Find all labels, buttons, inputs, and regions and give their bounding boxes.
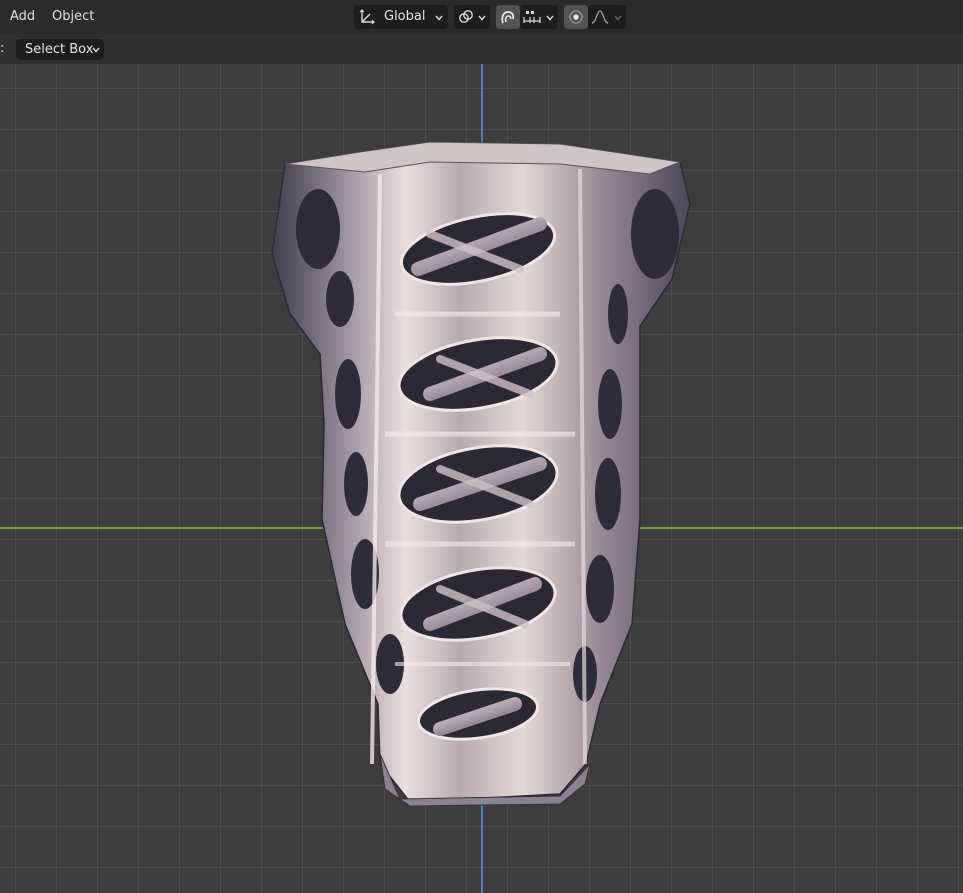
3d-viewport[interactable]: [0, 64, 963, 893]
transform-orientation-icon: [359, 9, 375, 25]
lattice-vase-object[interactable]: [0, 64, 963, 893]
orientation-label: Global: [384, 9, 426, 24]
snap-target-dropdown[interactable]: [520, 5, 558, 29]
chevron-down-icon: [546, 15, 554, 21]
snap-magnet-icon: [501, 11, 515, 24]
falloff-dropdown[interactable]: [588, 5, 626, 29]
transform-orientation-dropdown[interactable]: Global: [354, 5, 448, 29]
chevron-down-icon: [92, 47, 100, 53]
pivot-point-dropdown[interactable]: [454, 5, 490, 29]
menu-object[interactable]: Object: [52, 9, 94, 24]
menu-add[interactable]: Add: [10, 9, 35, 24]
select-mode-label: Select Box: [25, 42, 94, 57]
chevron-down-icon: [614, 15, 622, 21]
snap-increment-icon: [523, 11, 541, 23]
proportional-editing-toggle[interactable]: [564, 5, 588, 29]
select-box-dropdown[interactable]: Select Box: [16, 39, 104, 60]
falloff-curve-icon: [591, 10, 609, 24]
chevron-down-icon: [435, 15, 443, 21]
viewport-header: Add Object Global: [0, 0, 963, 34]
link-pivot-icon: [459, 10, 473, 23]
toolbar-prefix: :: [0, 41, 5, 56]
chevron-down-icon: [478, 15, 486, 21]
tool-settings-bar: : Select Box: [0, 34, 963, 64]
snap-toggle[interactable]: [496, 5, 520, 29]
proportional-editing-icon: [569, 10, 583, 24]
